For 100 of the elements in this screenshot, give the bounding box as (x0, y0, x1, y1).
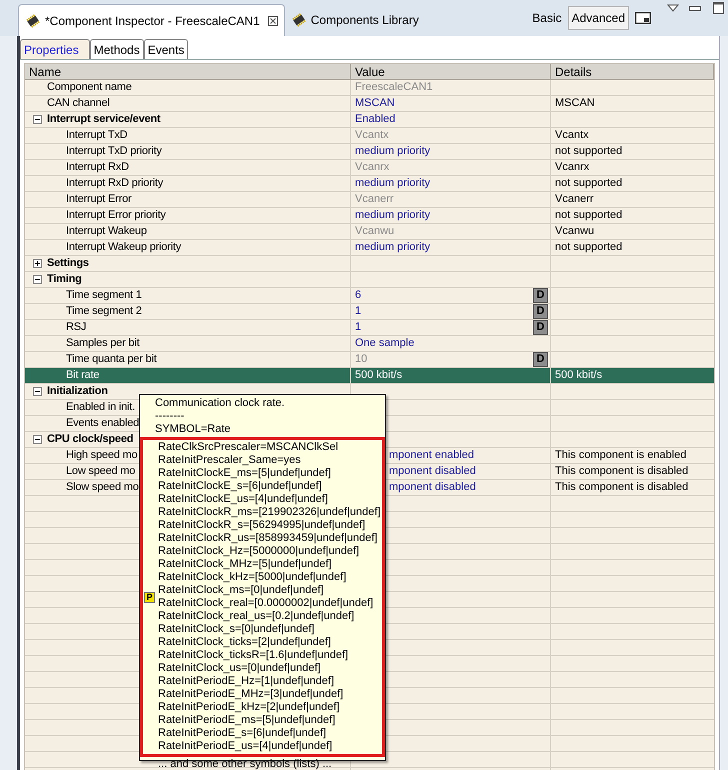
symbol-line: RateInitClock_ms=[0|undef|undef] (158, 584, 325, 597)
table-cell-text: Interrupt RxD priority (66, 176, 164, 192)
editor-tab[interactable]: *Component Inspector - FreescaleCAN1 (18, 4, 285, 36)
table-row[interactable]: Bit rate 500 kbit/s 500 kbit/s (25, 368, 714, 384)
table-cell-text: Vcanerr (555, 192, 594, 208)
table-cell-text: Vcanrx (355, 160, 390, 176)
mode-button[interactable]: Advanced (568, 6, 629, 30)
mode-button[interactable]: Basic (528, 6, 566, 30)
table-cell-text: 6 (355, 288, 362, 304)
table-row[interactable]: Interrupt Error priority medium priority not supported (25, 208, 714, 224)
symbol-line: RateInitClock_s=[0|undef|undef] (158, 623, 316, 636)
window-icon[interactable] (635, 12, 651, 24)
table-row[interactable]: Interrupt Error Vcanerr Vcanerr (25, 192, 714, 208)
column-header[interactable]: Value (351, 64, 551, 79)
expand-icon[interactable] (33, 259, 42, 268)
symbol-line: RateInitClockE_us=[4|undef|undef] (158, 493, 329, 506)
table-cell-text: Settings (47, 256, 89, 272)
symbol-line: RateInitClockE_ms=[5|undef|undef] (158, 467, 332, 480)
table-cell-text: Time segment 1 (66, 288, 142, 304)
table-cell-text: Initialization (47, 384, 108, 400)
table-cell-text: This component is disabled (555, 480, 688, 496)
table-row[interactable]: Interrupt TxD priority medium priority not supported (25, 144, 714, 160)
table-cell-text: Interrupt TxD (66, 128, 128, 144)
table-cell-text: medium priority (355, 208, 430, 224)
table-cell-text: not supported (555, 240, 622, 256)
table-row[interactable]: CAN channel MSCAN MSCAN (25, 96, 714, 112)
table-cell-text: Vcanrx (555, 160, 590, 176)
editor-tab[interactable]: Components Library (284, 4, 425, 36)
properties-tab[interactable]: Methods (90, 39, 144, 59)
table-cell-text: MSCAN (355, 96, 395, 112)
symbol-line: RateInitClockR_ms=[219902326|undef|undef] (158, 506, 381, 519)
table-cell-text: Enabled in init. (66, 400, 135, 416)
table-cell-text: medium priority (355, 240, 430, 256)
tooltip-text: Communication clock rate. (155, 397, 286, 410)
table-cell-text: Interrupt TxD priority (66, 144, 162, 160)
symbol-line: RateInitClock_ticks=[2|undef|undef] (158, 636, 332, 649)
table-cell-text: Time quanta per bit (66, 352, 157, 368)
symbol-line: RateInitClock_us=[0|undef|undef] (158, 662, 322, 675)
table-cell-text: RSJ (66, 320, 86, 336)
details-button[interactable]: D (533, 288, 548, 303)
table-cell-text: medium priority (355, 176, 430, 192)
table-cell-text: Vcantx (355, 128, 389, 144)
table-cell-text: Low speed mo (66, 464, 136, 480)
symbol-line: RateInitClock_MHz=[5|undef|undef] (158, 558, 333, 571)
table-cell-text: Interrupt Error (66, 192, 132, 208)
symbol-line: RateInitClockR_us=[858993459|undef|undef] (158, 532, 378, 545)
collapse-icon[interactable] (33, 387, 42, 396)
table-cell-text: Interrupt Error priority (66, 208, 166, 224)
symbol-line: RateClkSrcPrescaler=MSCANClkSel (158, 441, 340, 454)
table-cell-text: MSCAN (555, 96, 595, 112)
table-row[interactable]: RSJ 1 D (25, 320, 714, 336)
table-cell-text: Interrupt Wakeup (66, 224, 147, 240)
table-cell-text: Time segment 2 (66, 304, 142, 320)
symbol-line: RateInitClock_Hz=[5000000|undef|undef] (158, 545, 360, 558)
symbol-line: RateInitClockE_s=[6|undef|undef] (158, 480, 323, 493)
table-cell-text: Interrupt Wakeup priority (66, 240, 182, 256)
table-cell-text: Component name (47, 80, 132, 96)
table-cell-text: High speed mo (66, 448, 138, 464)
table-row[interactable]: Time segment 2 1 D (25, 304, 714, 320)
view-menu-icon[interactable] (667, 4, 679, 12)
details-button[interactable]: D (533, 304, 548, 319)
properties-tab[interactable]: Properties (20, 39, 90, 59)
table-cell-text: not supported (555, 144, 622, 160)
table-cell-text: Interrupt RxD (66, 160, 129, 176)
table-row[interactable]: Interrupt RxD priority medium priority not supported (25, 176, 714, 192)
table-cell-text: Interrupt service/event (47, 112, 160, 128)
table-cell-text: 1 (355, 320, 362, 336)
properties-tab[interactable]: Events (144, 39, 188, 59)
table-row[interactable]: Interrupt RxD Vcanrx Vcanrx (25, 160, 714, 176)
collapse-icon[interactable] (33, 115, 42, 124)
column-header[interactable]: Name (25, 64, 351, 79)
symbol-line: RateInitPeriodE_us=[4|undef|undef] (158, 740, 334, 753)
table-row[interactable]: Component name FreescaleCAN1 (25, 80, 714, 96)
table-row[interactable]: Settings (25, 256, 714, 272)
maximize-icon[interactable] (713, 2, 724, 14)
minimize-icon[interactable] (689, 6, 701, 12)
table-row[interactable]: Samples per bit One sample (25, 336, 714, 352)
table-cell-text: FreescaleCAN1 (355, 80, 433, 96)
table-row[interactable]: Timing (25, 272, 714, 288)
table-cell-text: Slow speed mo (66, 480, 139, 496)
collapse-icon[interactable] (33, 435, 42, 444)
details-button[interactable]: D (533, 320, 548, 335)
tooltip-text: SYMBOL=Rate (155, 423, 232, 436)
close-icon[interactable] (268, 16, 278, 26)
table-cell-text: 500 kbit/s (555, 368, 602, 384)
table-row[interactable]: Time segment 1 6 D (25, 288, 714, 304)
table-row[interactable]: Interrupt Wakeup priority medium priority not supported (25, 240, 714, 256)
column-header[interactable]: Details (551, 64, 714, 79)
symbol-line: RateInitClock_real_us=[0.2|undef|undef] (158, 610, 356, 623)
table-row[interactable]: Interrupt service/event Enabled (25, 112, 714, 128)
details-button[interactable]: D (533, 352, 548, 367)
table-cell-text: Vcanerr (355, 192, 394, 208)
symbol-line: RateInitPeriodE_ms=[5|undef|undef] (158, 714, 336, 727)
table-row[interactable]: Interrupt TxD Vcantx Vcantx (25, 128, 714, 144)
table-row[interactable]: Interrupt Wakeup Vcanwu Vcanwu (25, 224, 714, 240)
collapse-icon[interactable] (33, 275, 42, 284)
symbol-line: RateInitClock_real=[0.0000002|undef|undef] (158, 597, 374, 610)
table-cell-text: Vcanwu (355, 224, 394, 240)
table-cell-text: mponent disabled (389, 480, 476, 496)
table-cell-text: One sample (355, 336, 414, 352)
